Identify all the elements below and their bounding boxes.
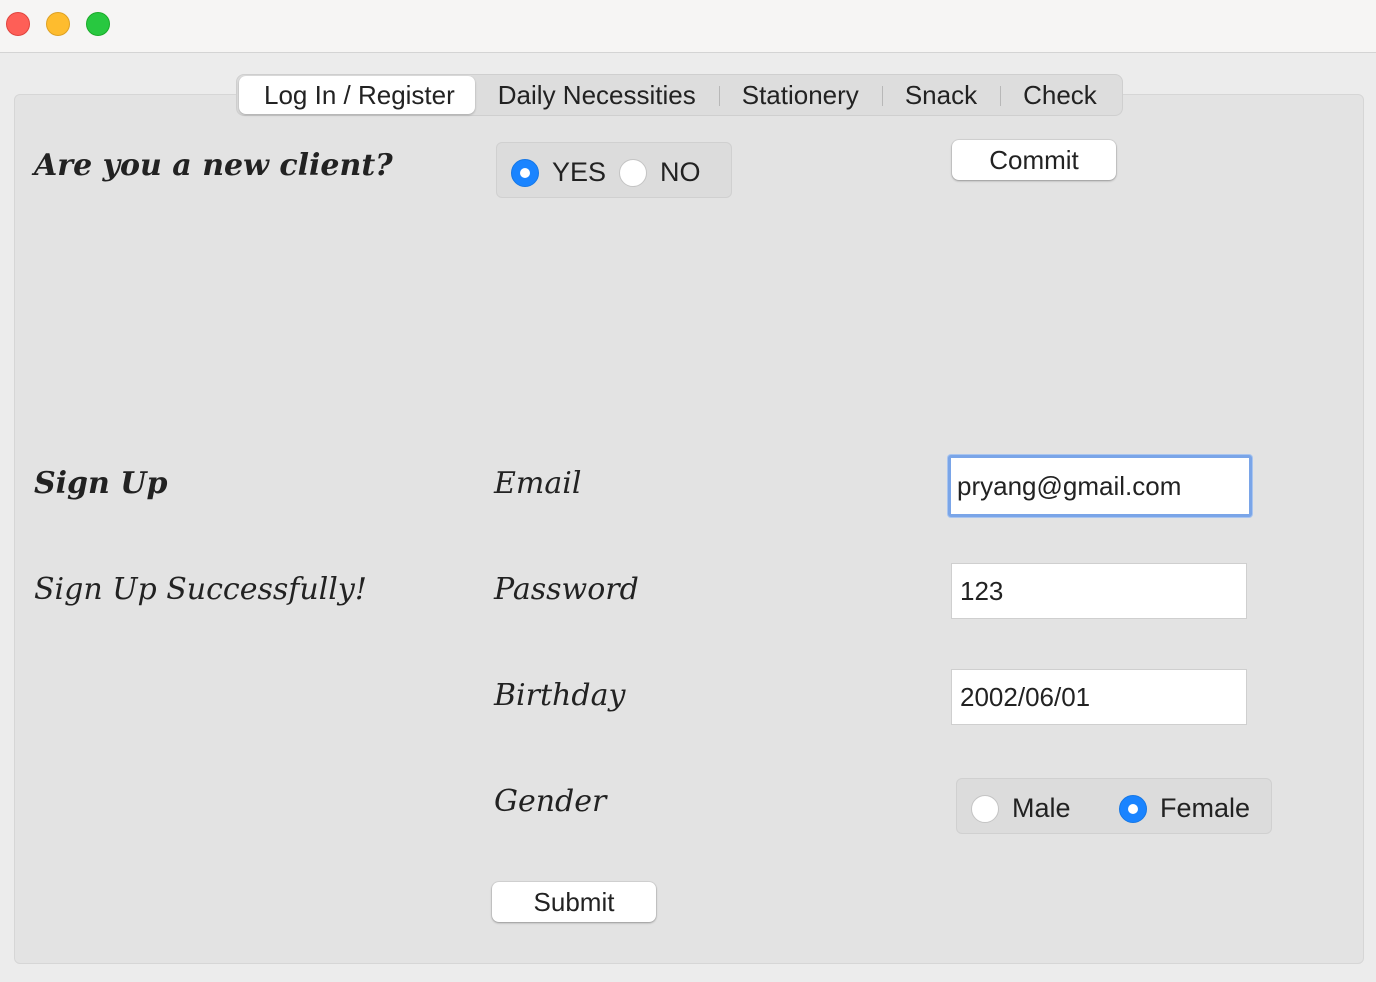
sign-up-title: Sign Up	[34, 466, 168, 501]
male-option[interactable]: Male	[971, 793, 1071, 824]
birthday-field[interactable]	[951, 669, 1247, 725]
email-label: Email	[494, 466, 582, 501]
yes-radio[interactable]	[511, 158, 539, 187]
submit-button[interactable]: Submit	[492, 882, 656, 922]
female-radio[interactable]	[1119, 794, 1147, 823]
password-field[interactable]	[951, 563, 1247, 619]
gender-label: Gender	[494, 784, 607, 819]
no-radio[interactable]	[619, 158, 647, 187]
male-radio[interactable]	[971, 794, 999, 823]
tab-snack[interactable]: Snack	[881, 76, 1000, 114]
female-option[interactable]: Female	[1119, 793, 1250, 824]
tab-daily-necessities[interactable]: Daily Necessities	[475, 76, 719, 114]
gender-radio-group: Male Female	[956, 778, 1272, 834]
no-option[interactable]: NO	[619, 157, 701, 188]
password-label: Password	[494, 572, 639, 607]
yes-option[interactable]: YES	[511, 157, 606, 188]
tab-bar: Log In / Register Daily Necessities Stat…	[236, 74, 1123, 116]
close-icon[interactable]	[6, 12, 30, 36]
new-client-question-label: Are you a new client?	[34, 148, 393, 183]
email-field[interactable]	[948, 455, 1252, 517]
commit-button[interactable]: Commit	[952, 140, 1116, 180]
no-label: NO	[660, 157, 701, 187]
title-bar	[0, 0, 1376, 53]
zoom-icon[interactable]	[86, 12, 110, 36]
female-label: Female	[1160, 793, 1251, 823]
male-label: Male	[1012, 793, 1071, 823]
tab-log-in-register[interactable]: Log In / Register	[239, 76, 475, 114]
tab-check[interactable]: Check	[1000, 76, 1120, 114]
new-client-radio-group: YES NO	[496, 142, 732, 198]
yes-label: YES	[552, 157, 607, 187]
minimize-icon[interactable]	[46, 12, 70, 36]
sign-up-status: Sign Up Successfully!	[34, 572, 367, 607]
tab-stationery[interactable]: Stationery	[718, 76, 882, 114]
birthday-label: Birthday	[494, 678, 626, 713]
